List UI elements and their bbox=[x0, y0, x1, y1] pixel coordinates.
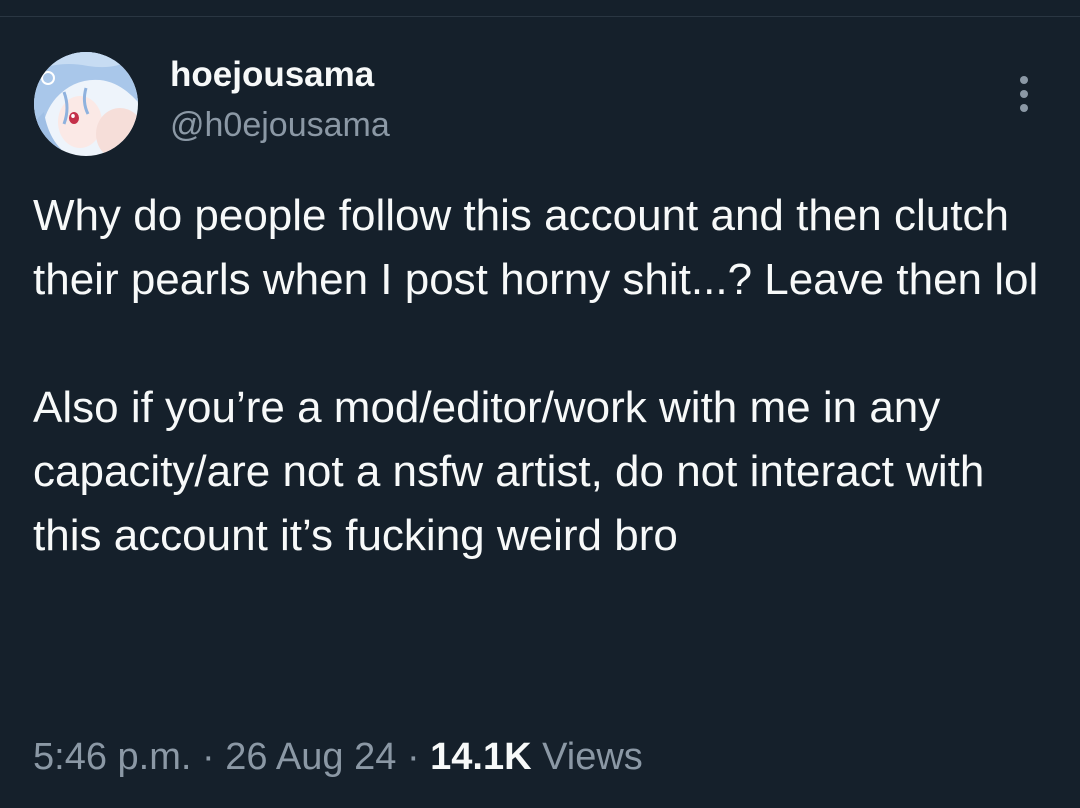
tweet-time[interactable]: 5:46 p.m. bbox=[33, 736, 191, 778]
views-label: Views bbox=[542, 736, 643, 778]
avatar[interactable] bbox=[34, 52, 138, 156]
more-options-button[interactable] bbox=[1004, 70, 1044, 118]
tweet-paragraph: Why do people follow this account and th… bbox=[33, 191, 1039, 304]
author-display-name[interactable]: hoejousama bbox=[170, 54, 374, 96]
tweet-paragraph: Also if you’re a mod/editor/work with me… bbox=[33, 383, 997, 560]
meta-separator: · bbox=[406, 736, 420, 778]
top-divider bbox=[0, 16, 1080, 17]
views-count: 14.1K bbox=[430, 736, 532, 778]
anime-avatar-image bbox=[34, 52, 138, 156]
more-vertical-icon bbox=[1020, 76, 1028, 112]
tweet-metadata: 5:46 p.m. · 26 Aug 24 · 14.1K Views bbox=[33, 734, 643, 780]
tweet-date[interactable]: 26 Aug 24 bbox=[225, 736, 396, 778]
tweet-text: Why do people follow this account and th… bbox=[33, 184, 1053, 568]
meta-separator: · bbox=[201, 736, 215, 778]
author-handle[interactable]: @h0ejousama bbox=[170, 104, 390, 146]
